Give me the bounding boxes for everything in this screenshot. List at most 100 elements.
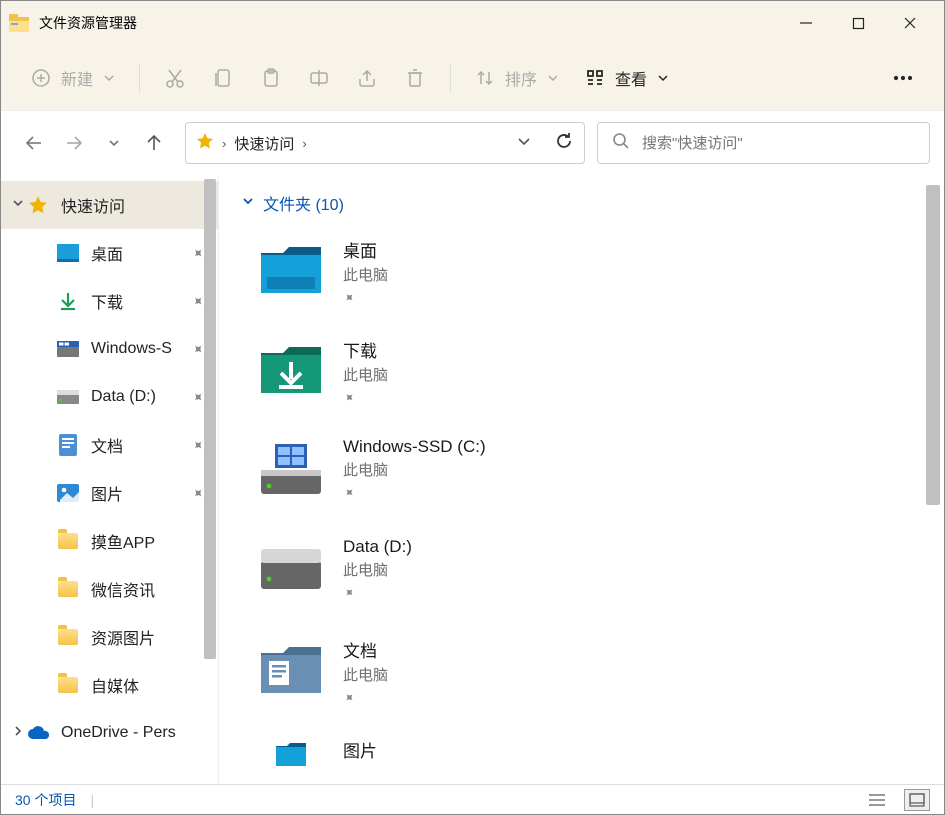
new-button[interactable]: 新建	[21, 56, 125, 100]
sidebar-item-folder[interactable]: 摸鱼APP	[1, 517, 218, 565]
new-label: 新建	[61, 66, 93, 90]
file-name: 桌面	[343, 237, 388, 262]
file-name: Windows-SSD (C:)	[343, 437, 486, 457]
up-button[interactable]	[135, 124, 173, 162]
pin-icon: ✦	[339, 583, 360, 604]
file-location: 此电脑	[343, 264, 388, 285]
file-item[interactable]: Windows-SSD (C:) 此电脑 ✦	[241, 429, 922, 529]
sidebar-item-label: OneDrive - Pers	[61, 724, 204, 742]
picture-icon	[57, 482, 79, 504]
chevron-down-icon[interactable]	[11, 196, 25, 215]
sort-button[interactable]: 排序	[465, 56, 569, 100]
share-button[interactable]	[346, 56, 388, 100]
content-scrollbar[interactable]	[926, 185, 940, 505]
status-bar: 30 个项目 |	[1, 784, 944, 814]
view-label: 查看	[615, 66, 647, 90]
chevron-down-icon	[241, 194, 255, 213]
desktop-icon	[57, 242, 79, 264]
section-header[interactable]: 文件夹 (10)	[241, 191, 922, 215]
search-input[interactable]	[642, 135, 915, 152]
app-icon	[9, 13, 29, 33]
sidebar-item-folder[interactable]: 微信资讯	[1, 565, 218, 613]
details-view-toggle[interactable]	[864, 789, 890, 811]
nav-sidebar: 快速访问 桌面 ✦ 下载 ✦ Windows-S ✦ Data (D:) ✦ 文…	[1, 175, 219, 784]
download-icon	[57, 290, 79, 312]
sidebar-item-label: 快速访问	[61, 193, 204, 217]
file-name: 图片	[343, 737, 377, 762]
sidebar-item-folder[interactable]: 自媒体	[1, 661, 218, 709]
close-button[interactable]	[884, 1, 936, 45]
file-item[interactable]: 图片	[241, 729, 922, 769]
file-item[interactable]: Data (D:) 此电脑 ✦	[241, 529, 922, 629]
sort-label: 排序	[505, 66, 537, 90]
titlebar: 文件资源管理器	[1, 1, 944, 45]
refresh-button[interactable]	[554, 131, 574, 156]
section-label: 文件夹 (10)	[263, 191, 344, 215]
document-icon	[57, 434, 79, 456]
file-location: 此电脑	[343, 559, 412, 580]
downloads-folder-icon	[261, 339, 321, 399]
chevron-right-icon: ›	[222, 136, 226, 151]
sidebar-item-quickaccess[interactable]: 快速访问	[1, 181, 218, 229]
file-location: 此电脑	[343, 364, 388, 385]
breadcrumb-label[interactable]: 快速访问	[234, 133, 294, 154]
drive-icon	[57, 338, 79, 360]
drive-d-icon	[261, 539, 321, 599]
divider	[139, 63, 140, 93]
sidebar-item-desktop[interactable]: 桌面 ✦	[1, 229, 218, 277]
desktop-folder-icon	[261, 239, 321, 299]
sidebar-item-onedrive[interactable]: OneDrive - Pers	[1, 709, 218, 757]
search-icon	[612, 132, 630, 155]
rename-button[interactable]	[298, 56, 340, 100]
delete-button[interactable]	[394, 56, 436, 100]
content-pane: 文件夹 (10) 桌面 此电脑 ✦ 下载 此电脑 ✦ Windows-SSD (…	[219, 175, 944, 784]
maximize-button[interactable]	[832, 1, 884, 45]
pin-icon: ✦	[339, 483, 360, 504]
file-item[interactable]: 下载 此电脑 ✦	[241, 329, 922, 429]
file-item[interactable]: 文档 此电脑 ✦	[241, 629, 922, 729]
copy-button[interactable]	[202, 56, 244, 100]
paste-button[interactable]	[250, 56, 292, 100]
sidebar-item-label: 自媒体	[91, 673, 204, 697]
folder-icon	[57, 674, 79, 696]
view-button[interactable]: 查看	[575, 56, 679, 100]
chevron-right-icon[interactable]	[11, 724, 25, 743]
sidebar-item-drive-c[interactable]: Windows-S ✦	[1, 325, 218, 373]
breadcrumb-bar[interactable]: › 快速访问 ›	[185, 122, 585, 164]
address-bar-row: › 快速访问 ›	[1, 111, 944, 175]
more-button[interactable]	[882, 56, 924, 100]
history-dropdown-icon[interactable]	[516, 133, 532, 154]
forward-button[interactable]	[55, 124, 93, 162]
sidebar-item-label: 摸鱼APP	[91, 529, 204, 553]
sidebar-item-folder[interactable]: 资源图片	[1, 613, 218, 661]
search-box[interactable]	[597, 122, 930, 164]
sidebar-item-pictures[interactable]: 图片 ✦	[1, 469, 218, 517]
file-name: Data (D:)	[343, 537, 412, 557]
sidebar-item-label: 图片	[91, 481, 180, 505]
pin-icon: ✦	[339, 288, 360, 309]
pin-icon: ✦	[339, 388, 360, 409]
star-icon	[196, 132, 214, 155]
sidebar-item-drive-d[interactable]: Data (D:) ✦	[1, 373, 218, 421]
file-item[interactable]: 桌面 此电脑 ✦	[241, 229, 922, 329]
back-button[interactable]	[15, 124, 53, 162]
sidebar-item-documents[interactable]: 文档 ✦	[1, 421, 218, 469]
sidebar-item-downloads[interactable]: 下载 ✦	[1, 277, 218, 325]
sidebar-item-label: 文档	[91, 433, 180, 457]
icons-view-toggle[interactable]	[904, 789, 930, 811]
file-name: 下载	[343, 337, 388, 362]
folder-icon	[57, 578, 79, 600]
minimize-button[interactable]	[780, 1, 832, 45]
drive-icon	[57, 386, 79, 408]
file-location: 此电脑	[343, 664, 388, 685]
sidebar-scrollbar[interactable]	[204, 179, 216, 659]
drive-c-icon	[261, 439, 321, 499]
file-location: 此电脑	[343, 459, 486, 480]
folder-icon	[57, 626, 79, 648]
recent-dropdown[interactable]	[95, 124, 133, 162]
cloud-icon	[27, 722, 49, 744]
sidebar-item-label: 桌面	[91, 241, 180, 265]
cut-button[interactable]	[154, 56, 196, 100]
sidebar-item-label: 微信资讯	[91, 577, 204, 601]
chevron-right-icon: ›	[302, 136, 306, 151]
